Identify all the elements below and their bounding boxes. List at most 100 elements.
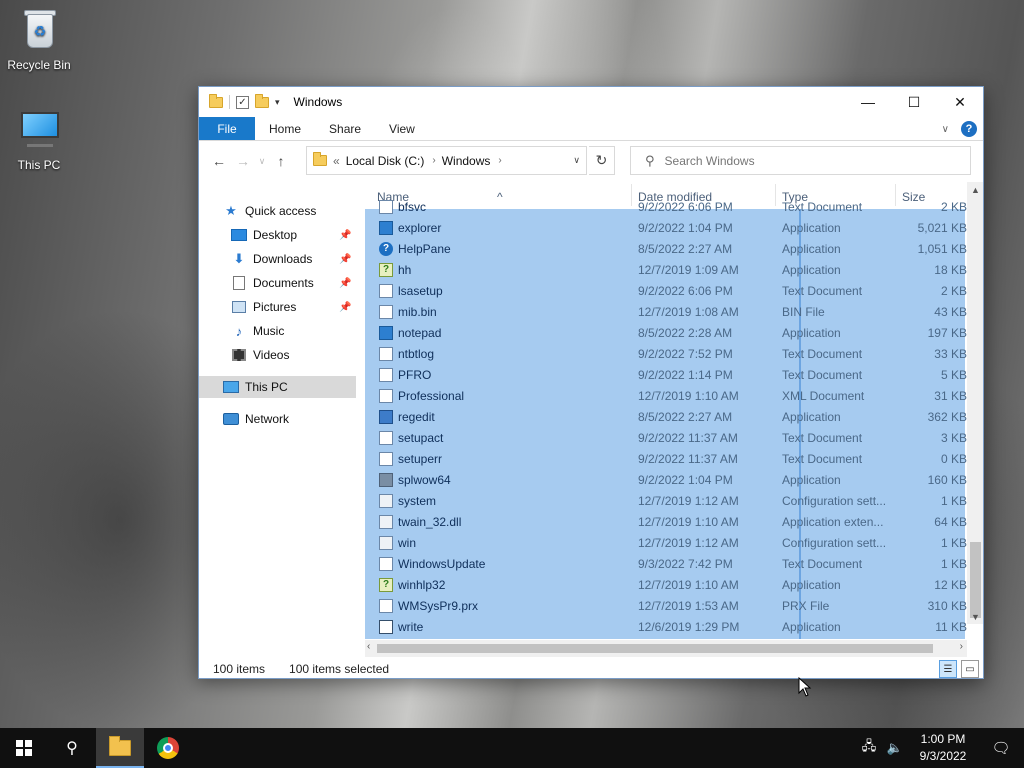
pictures-icon [232, 301, 246, 313]
file-date-modified: 12/7/2019 1:10 AM [638, 389, 739, 403]
breadcrumb-overflow[interactable]: « [333, 154, 340, 168]
volume-icon[interactable]: 🔈 [882, 740, 908, 756]
tab-view[interactable]: View [375, 117, 429, 140]
customize-toolbar-dropdown-icon[interactable]: ▾ [275, 97, 280, 108]
refresh-button[interactable]: ↻ [589, 146, 615, 175]
address-bar[interactable]: « Local Disk (C:) › Windows › ∨ [306, 146, 587, 175]
file-row[interactable]: ? hh 12/7/2019 1:09 AM Application 18 KB [365, 259, 967, 280]
taskbar-chrome[interactable] [144, 728, 192, 768]
file-type: BIN File [782, 305, 825, 319]
search-input[interactable]: ⚲ Search Windows [630, 146, 971, 175]
sidebar-item-pictures[interactable]: Pictures 📌 [231, 296, 351, 318]
chevron-right-icon[interactable]: › [498, 155, 501, 166]
file-row[interactable]: ? winhlp32 12/7/2019 1:10 AM Application 12 … [365, 574, 967, 595]
scrollbar-thumb[interactable] [970, 542, 981, 618]
details-view-button[interactable]: ☰ [939, 660, 957, 678]
file-row[interactable]: explorer 9/2/2022 1:04 PM Application 5,021… [365, 217, 967, 238]
wordpad-icon [379, 620, 393, 634]
clock-date: 9/3/2022 [919, 749, 967, 763]
address-dropdown-icon[interactable]: ∨ [573, 155, 580, 166]
window-controls: — ☐ ✕ [845, 87, 983, 117]
sidebar-item-label: Network [245, 412, 290, 426]
file-row[interactable]: win 12/7/2019 1:12 AM Configuration sett..… [365, 532, 967, 553]
navigation-bar: ← → ∨ ↑ « Local Disk (C:) › Windows › ∨ … [199, 141, 983, 181]
file-row[interactable]: setupact 9/2/2022 11:37 AM Text Document 3 … [365, 427, 967, 448]
file-type: Application [782, 578, 841, 592]
scroll-right-icon[interactable]: › [960, 641, 963, 652]
network-status-icon[interactable]: 🖧 [856, 737, 882, 759]
minimize-button[interactable]: — [845, 87, 891, 117]
file-date-modified: 9/2/2022 7:52 PM [638, 347, 733, 361]
tab-file[interactable]: File [199, 117, 255, 140]
scrollbar-thumb[interactable] [377, 644, 933, 653]
expand-ribbon-icon[interactable]: ∨ [942, 124, 949, 135]
navigation-pane: ★ Quick access Desktop 📌 ⬇ Downloads 📌 D… [199, 182, 364, 648]
notification-icon[interactable]: 🗨 [978, 739, 1024, 757]
pin-icon[interactable]: 📌 [339, 278, 351, 289]
file-row[interactable]: PFRO 9/2/2022 1:14 PM Text Document 5 KB [365, 364, 967, 385]
scroll-up-icon[interactable]: ▲ [967, 185, 983, 195]
title-bar[interactable]: ✓ ▾ Windows — ☐ ✕ [199, 87, 983, 117]
properties-icon[interactable]: ✓ [236, 95, 249, 109]
taskbar-search-button[interactable]: ⚲ [48, 728, 96, 768]
desktop-icon-recycle-bin[interactable]: ♻ Recycle Bin [1, 6, 77, 72]
close-button[interactable]: ✕ [937, 87, 983, 117]
file-name: mib.bin [398, 305, 437, 319]
file-date-modified: 9/2/2022 1:04 PM [638, 473, 733, 487]
file-row[interactable]: ? HelpPane 8/5/2022 2:27 AM Application 1,05… [365, 238, 967, 259]
breadcrumb-windows[interactable]: Windows [442, 154, 491, 168]
file-row[interactable]: mib.bin 12/7/2019 1:08 AM BIN File 43 KB [365, 301, 967, 322]
file-size: 2 KB [940, 200, 967, 214]
desktop-icon-this-pc[interactable]: This PC [1, 106, 77, 172]
clock[interactable]: 1:00 PM 9/3/2022 [908, 731, 978, 765]
file-row[interactable]: notepad 8/5/2022 2:28 AM Application 197 KB [365, 322, 967, 343]
horizontal-scrollbar[interactable]: ‹ › [365, 640, 967, 657]
file-name: regedit [398, 410, 435, 424]
breadcrumb-local-disk[interactable]: Local Disk (C:) [346, 154, 425, 168]
file-row[interactable]: twain_32.dll 12/7/2019 1:10 AM Application… [365, 511, 967, 532]
file-row[interactable]: lsasetup 9/2/2022 6:06 PM Text Document 2 K… [365, 280, 967, 301]
sidebar-item-desktop[interactable]: Desktop 📌 [231, 224, 351, 246]
file-row[interactable]: WindowsUpdate 9/3/2022 7:42 PM Text Docume… [365, 553, 967, 574]
file-size: 64 KB [934, 515, 967, 529]
tab-share[interactable]: Share [315, 117, 375, 140]
file-row[interactable]: bfsvc 9/2/2022 6:06 PM Text Document 2 KB [365, 196, 967, 217]
file-row[interactable]: ntbtlog 9/2/2022 7:52 PM Text Document 33 K… [365, 343, 967, 364]
file-row[interactable]: WMSysPr9.prx 12/7/2019 1:53 AM PRX File 310… [365, 595, 967, 616]
file-size: 2 KB [940, 284, 967, 298]
tab-home[interactable]: Home [255, 117, 315, 140]
document-file-icon [379, 599, 393, 613]
sidebar-item-downloads[interactable]: ⬇ Downloads 📌 [231, 248, 352, 270]
maximize-button[interactable]: ☐ [891, 87, 937, 117]
pin-icon[interactable]: 📌 [339, 302, 351, 313]
file-row[interactable]: Professional 12/7/2019 1:10 AM XML Documen… [365, 385, 967, 406]
sidebar-item-quick-access[interactable]: ★ Quick access [223, 200, 316, 222]
start-button[interactable] [0, 728, 48, 768]
file-row[interactable]: system 12/7/2019 1:12 AM Configuration set… [365, 490, 967, 511]
large-icons-view-button[interactable]: ▭ [961, 660, 979, 678]
scroll-down-icon[interactable]: ▼ [967, 612, 983, 622]
file-row[interactable]: setuperr 9/2/2022 11:37 AM Text Document 0 … [365, 448, 967, 469]
help-icon[interactable]: ? [961, 121, 977, 137]
new-folder-icon[interactable] [255, 93, 269, 108]
sidebar-item-documents[interactable]: Documents 📌 [231, 272, 351, 294]
forward-arrow-icon[interactable]: → [231, 153, 255, 169]
file-name: Professional [398, 389, 465, 403]
back-arrow-icon[interactable]: ← [207, 153, 231, 169]
file-row[interactable]: write 12/6/2019 1:29 PM Application 11 KB [365, 616, 967, 637]
taskbar-file-explorer[interactable] [96, 728, 144, 768]
file-size: 0 KB [940, 452, 967, 466]
scroll-left-icon[interactable]: ‹ [367, 641, 370, 652]
sidebar-item-music[interactable]: ♪ Music [231, 320, 285, 342]
file-row[interactable]: splwow64 9/2/2022 1:04 PM Application 160 K… [365, 469, 967, 490]
chevron-right-icon[interactable]: › [432, 155, 435, 166]
pin-icon[interactable]: 📌 [339, 254, 351, 265]
recent-locations-dropdown-icon[interactable]: ∨ [255, 156, 269, 167]
sidebar-item-network[interactable]: Network [223, 408, 289, 430]
up-arrow-icon[interactable]: ↑ [269, 153, 293, 169]
vertical-scrollbar[interactable]: ▲ ▼ [967, 182, 983, 624]
sidebar-item-videos[interactable]: Videos [231, 344, 289, 366]
sidebar-item-this-pc[interactable]: This PC [199, 376, 356, 398]
file-row[interactable]: regedit 8/5/2022 2:27 AM Application 362 KB [365, 406, 967, 427]
pin-icon[interactable]: 📌 [339, 230, 351, 241]
